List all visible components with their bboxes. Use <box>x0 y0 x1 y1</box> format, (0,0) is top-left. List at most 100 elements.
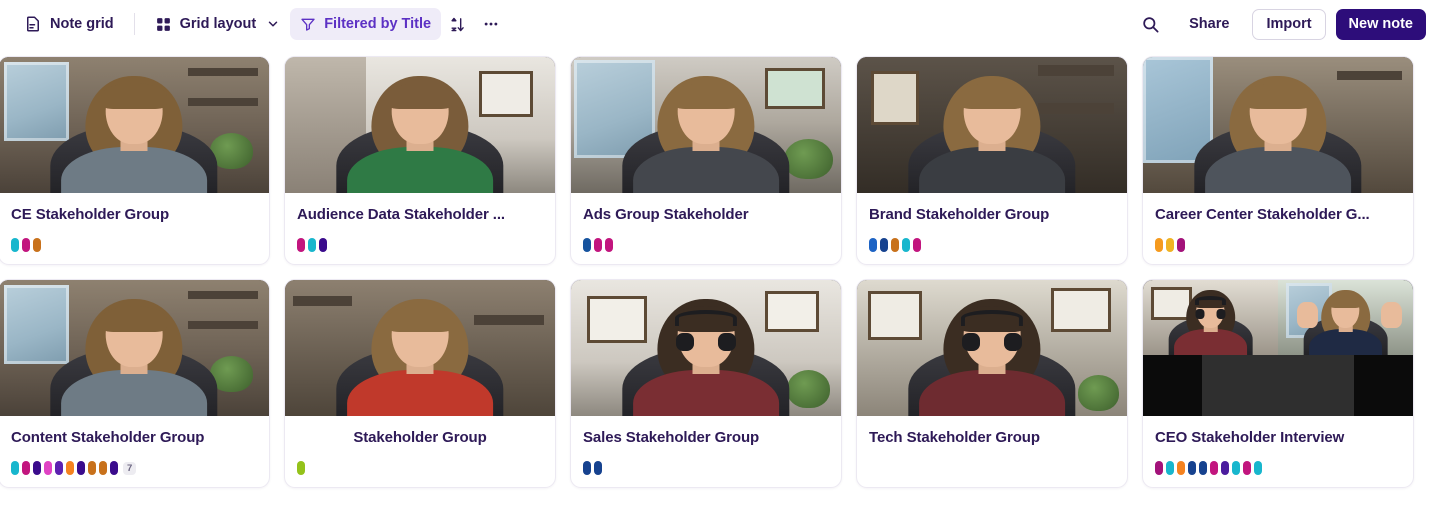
note-card[interactable]: Stakeholder Group <box>284 279 556 488</box>
note-card[interactable]: Tech Stakeholder Group <box>856 279 1128 488</box>
note-card[interactable]: CE Stakeholder Group <box>0 56 270 265</box>
note-card-body: CEO Stakeholder Interview <box>1143 416 1413 487</box>
tag-pill[interactable] <box>902 238 910 252</box>
tag-pill[interactable] <box>1210 461 1218 475</box>
tag-pill[interactable] <box>583 238 591 252</box>
note-card-body: Audience Data Stakeholder ... <box>285 193 555 264</box>
tag-pill[interactable] <box>77 461 85 475</box>
tag-color-pills: 7 <box>11 461 257 475</box>
tag-pill[interactable] <box>297 238 305 252</box>
sort-az-icon <box>449 16 466 33</box>
note-card-title: Brand Stakeholder Group <box>869 206 1050 223</box>
tag-pill[interactable] <box>1188 461 1196 475</box>
note-card-body: Content Stakeholder Group 7 <box>0 416 269 487</box>
document-icon <box>24 15 42 33</box>
note-card-body: Stakeholder Group <box>285 416 555 487</box>
tag-pill[interactable] <box>308 238 316 252</box>
tag-pill[interactable] <box>44 461 52 475</box>
tag-color-pills <box>583 238 829 252</box>
tag-pill[interactable] <box>11 238 19 252</box>
tag-color-pills <box>1155 461 1401 475</box>
note-card-grid: CE Stakeholder Group Audience Data Stake… <box>0 48 1440 488</box>
note-thumbnail <box>571 57 841 193</box>
tag-pill[interactable] <box>1177 238 1185 252</box>
note-thumbnail <box>857 57 1127 193</box>
note-card-body: Ads Group Stakeholder <box>571 193 841 264</box>
note-card[interactable]: Brand Stakeholder Group <box>856 56 1128 265</box>
note-thumbnail <box>857 280 1127 416</box>
note-card-body: Brand Stakeholder Group <box>857 193 1127 264</box>
tag-pill[interactable] <box>1166 238 1174 252</box>
tag-pill[interactable] <box>1254 461 1262 475</box>
note-card[interactable]: Career Center Stakeholder G... <box>1142 56 1414 265</box>
note-card-title: Sales Stakeholder Group <box>583 429 760 446</box>
note-card-title: Audience Data Stakeholder ... <box>297 206 505 223</box>
sort-button[interactable] <box>441 8 474 40</box>
tag-pill[interactable] <box>22 461 30 475</box>
note-card[interactable]: Sales Stakeholder Group <box>570 279 842 488</box>
note-card[interactable]: Ads Group Stakeholder <box>570 56 842 265</box>
grid-icon <box>155 16 172 33</box>
toolbar-left-group: Note grid Grid layout Filtered by Title <box>14 8 508 40</box>
share-button[interactable]: Share <box>1176 9 1242 40</box>
tag-pill[interactable] <box>880 238 888 252</box>
search-button[interactable] <box>1134 8 1166 40</box>
tag-pill[interactable] <box>55 461 63 475</box>
tag-pill[interactable] <box>605 238 613 252</box>
tag-pill[interactable] <box>33 238 41 252</box>
note-thumbnail <box>1143 280 1413 416</box>
tag-pill[interactable] <box>1199 461 1207 475</box>
more-horizontal-icon <box>482 15 500 33</box>
note-card-body: Tech Stakeholder Group <box>857 416 1127 487</box>
tag-pill[interactable] <box>297 461 305 475</box>
tag-color-pills <box>869 461 1115 475</box>
new-note-button[interactable]: New note <box>1335 8 1426 40</box>
tag-pill[interactable] <box>1155 238 1163 252</box>
tag-pill[interactable] <box>1166 461 1174 475</box>
note-card[interactable]: Content Stakeholder Group 7 <box>0 279 270 488</box>
note-card[interactable]: CEO Stakeholder Interview <box>1142 279 1414 488</box>
grid-layout-label: Grid layout <box>179 16 257 32</box>
import-button[interactable]: Import <box>1252 8 1326 40</box>
tag-pill[interactable] <box>869 238 877 252</box>
tag-pill[interactable] <box>33 461 41 475</box>
search-icon <box>1141 15 1160 34</box>
tag-pill[interactable] <box>66 461 74 475</box>
tag-pill[interactable] <box>319 238 327 252</box>
tag-color-pills <box>297 461 543 475</box>
tag-pill[interactable] <box>594 238 602 252</box>
tag-pill[interactable] <box>1155 461 1163 475</box>
filter-label: Filtered by Title <box>324 16 432 32</box>
tag-pill[interactable] <box>11 461 19 475</box>
tag-overflow-count[interactable]: 7 <box>123 461 137 475</box>
funnel-icon <box>300 16 316 32</box>
tag-pill[interactable] <box>583 461 591 475</box>
tag-pill[interactable] <box>594 461 602 475</box>
note-card-body: Career Center Stakeholder G... <box>1143 193 1413 264</box>
tag-pill[interactable] <box>1232 461 1240 475</box>
note-card-title: Content Stakeholder Group <box>11 429 205 446</box>
tag-pill[interactable] <box>22 238 30 252</box>
note-card-body: CE Stakeholder Group <box>0 193 269 264</box>
note-card[interactable]: Audience Data Stakeholder ... <box>284 56 556 265</box>
grid-layout-button[interactable]: Grid layout <box>145 8 291 40</box>
tag-pill[interactable] <box>891 238 899 252</box>
note-card-title: Ads Group Stakeholder <box>583 206 749 223</box>
tag-pill[interactable] <box>913 238 921 252</box>
tag-pill[interactable] <box>1177 461 1185 475</box>
note-thumbnail <box>285 57 555 193</box>
tag-pill[interactable] <box>88 461 96 475</box>
tag-pill[interactable] <box>110 461 118 475</box>
note-grid-button[interactable]: Note grid <box>14 8 124 40</box>
toolbar-divider <box>133 13 135 35</box>
note-card-body: Sales Stakeholder Group <box>571 416 841 487</box>
more-options-button[interactable] <box>474 8 508 40</box>
tag-color-pills <box>297 238 543 252</box>
note-thumbnail <box>285 280 555 416</box>
filter-button[interactable]: Filtered by Title <box>290 8 442 40</box>
tag-pill[interactable] <box>1243 461 1251 475</box>
tag-color-pills <box>583 461 829 475</box>
toolbar-right-group: Share Import New note <box>1134 8 1426 40</box>
tag-pill[interactable] <box>99 461 107 475</box>
tag-pill[interactable] <box>1221 461 1229 475</box>
